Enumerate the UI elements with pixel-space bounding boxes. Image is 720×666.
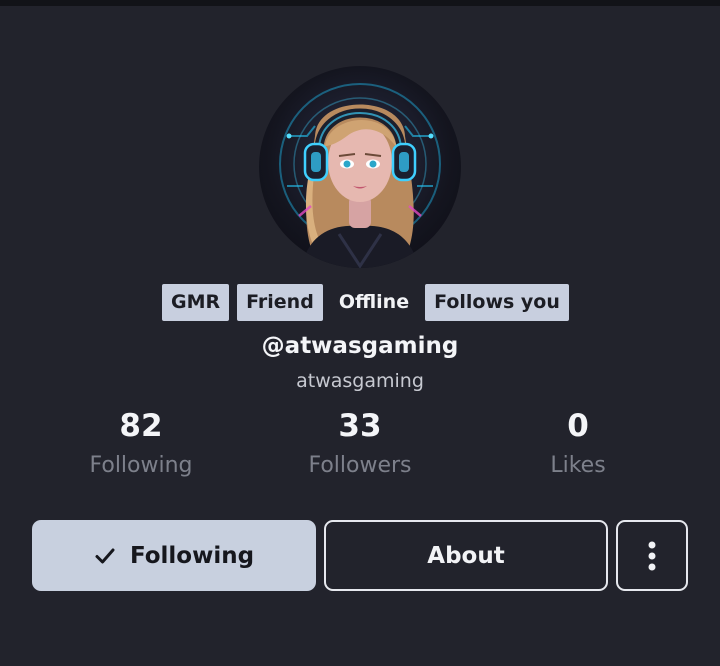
stat-followers-label: Followers	[308, 453, 412, 478]
stat-likes-value: 0	[567, 408, 589, 444]
stat-likes-label: Likes	[550, 453, 606, 478]
vertical-dots-icon	[648, 541, 656, 570]
stat-following-value: 82	[119, 408, 163, 444]
stat-followers[interactable]: 33 Followers	[260, 404, 460, 484]
following-button-label: Following	[129, 542, 255, 569]
status-offline: Offline	[338, 291, 410, 313]
more-options-button[interactable]	[616, 520, 688, 591]
top-edge-bar	[0, 0, 720, 6]
stat-followers-value: 33	[338, 408, 382, 444]
badge-gmr: GMR	[162, 284, 230, 321]
about-button[interactable]: About	[324, 520, 608, 591]
badge-follows-you: Follows you	[425, 284, 569, 321]
gamer-girl-avatar-icon	[279, 83, 441, 268]
stat-likes[interactable]: 0 Likes	[478, 404, 678, 484]
stat-following[interactable]: 82 Following	[41, 404, 241, 484]
check-icon	[95, 548, 115, 563]
profile-handle: @atwasgaming	[261, 333, 459, 359]
badge-friend: Friend	[237, 284, 323, 321]
following-button[interactable]: Following	[32, 520, 316, 591]
about-button-label: About	[427, 542, 505, 569]
profile-avatar[interactable]	[259, 66, 461, 268]
profile-username: atwasgaming	[296, 370, 424, 392]
stat-following-label: Following	[89, 453, 193, 478]
profile-badges: GMR Friend Offline Follows you	[162, 284, 569, 321]
